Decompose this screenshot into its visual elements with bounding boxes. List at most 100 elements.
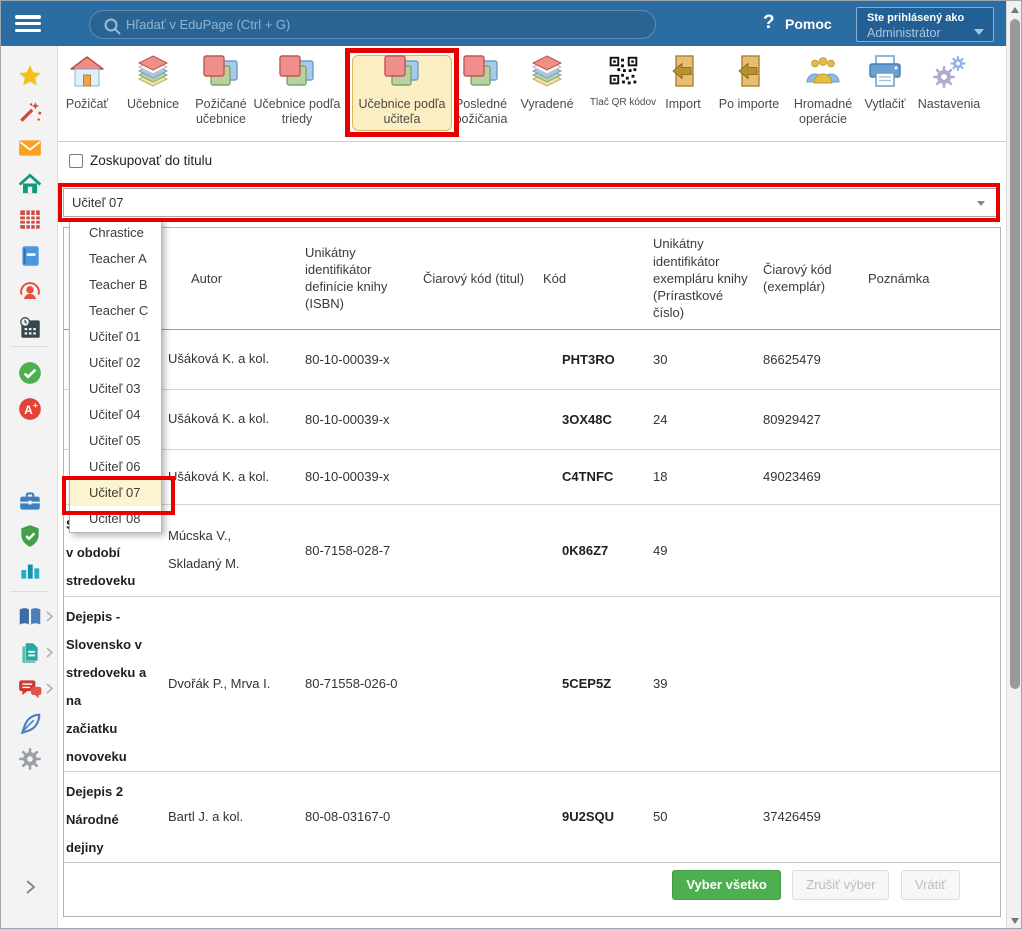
svg-text:+: + [32, 400, 37, 410]
scroll-down-button[interactable] [1007, 913, 1022, 929]
shield-check-icon [17, 523, 43, 549]
toolbar-button-posledne-pozicania[interactable]: Posledné požičania [445, 53, 517, 127]
question-mark-icon: ? [763, 12, 775, 34]
check-circle-icon [17, 360, 43, 386]
books-table-container: Autor Unikátny identifikátor definície k… [63, 227, 1001, 917]
teacher-select-value: Učiteľ 07 [72, 195, 123, 210]
sidebar-item-communication[interactable] [1, 674, 58, 704]
sidebar-item-calendar[interactable] [1, 313, 58, 343]
help-label: Pomoc [785, 16, 832, 32]
scroll-up-button[interactable] [1007, 2, 1022, 18]
left-sidebar: A+ [1, 46, 58, 929]
sidebar-item-statistics[interactable] [1, 555, 58, 585]
scrollbar-thumb[interactable] [1010, 19, 1020, 689]
sidebar-item-profile[interactable] [1, 277, 58, 307]
dropdown-option[interactable]: Učiteľ 05 [70, 428, 161, 454]
people-group-icon [783, 53, 863, 95]
edupage-window: Hľadať v EduPage (Ctrl + G) ? Pomoc Ste … [0, 0, 1022, 929]
sidebar-item-documents[interactable] [1, 638, 58, 668]
dropdown-option[interactable]: Učiteľ 01 [70, 324, 161, 350]
search-icon [102, 16, 124, 38]
chevron-right-icon [21, 878, 39, 896]
toolbar-button-po-importe[interactable]: Po importe [709, 53, 789, 112]
dropdown-option[interactable]: Učiteľ 02 [70, 350, 161, 376]
toolbar-button-pozicat[interactable]: Požičať [57, 53, 117, 112]
table-row[interactable]: Dejepis - Slovensko v stredoveku a na za… [64, 596, 1000, 771]
chevron-down-icon [977, 201, 985, 206]
sidebar-item-messages[interactable] [1, 133, 58, 163]
toolbar-button-nastavenia[interactable]: Nastavenia [912, 53, 986, 112]
vertical-scrollbar[interactable] [1006, 1, 1022, 929]
dropdown-option[interactable]: Teacher A [70, 246, 161, 272]
teacher-select[interactable]: Učiteľ 07 [63, 188, 998, 217]
dropdown-option[interactable]: Teacher B [70, 272, 161, 298]
chevron-right-icon [46, 647, 53, 658]
return-button[interactable]: Vrátiť [901, 870, 960, 900]
lend-house-icon [57, 53, 117, 95]
sidebar-expand-button[interactable] [1, 872, 58, 902]
user-menu[interactable]: Ste prihlásený ako Administrátor [856, 7, 994, 42]
sidebar-item-settings[interactable] [1, 744, 58, 774]
sidebar-divider [10, 346, 49, 347]
module-toolbar: Požičať Učebnice Požičané učebnice Učebn… [58, 46, 1006, 142]
mail-icon [17, 135, 43, 161]
sidebar-item-home[interactable] [1, 169, 58, 199]
calendar-clock-icon [17, 315, 43, 341]
toolbar-button-hromadne-operacie[interactable]: Hromadné operácie [783, 53, 863, 127]
grade-a-plus-icon: A+ [17, 396, 43, 422]
search-input[interactable]: Hľadať v EduPage (Ctrl + G) [89, 10, 656, 39]
sidebar-item-library[interactable] [1, 602, 58, 632]
group-by-title-label: Zoskupovať do titulu [90, 153, 212, 168]
import-arrow-icon [655, 53, 711, 95]
hamburger-menu-icon[interactable] [15, 12, 45, 36]
toolbar-button-ucebnice[interactable]: Učebnice [118, 53, 188, 112]
chevron-right-icon [46, 611, 53, 622]
clear-selection-button[interactable]: Zrušiť výber [792, 870, 889, 900]
book-stack-icon [514, 53, 580, 95]
notebook-icon [17, 243, 43, 269]
sidebar-item-classbook[interactable] [1, 241, 58, 271]
magic-wand-icon [17, 99, 43, 125]
toolbar-button-import[interactable]: Import [655, 53, 711, 112]
sidebar-item-security[interactable] [1, 521, 58, 551]
toolbar-button-ucebnice-podla-ucitela[interactable]: Učebnice podľa učiteľa [353, 53, 451, 127]
table-row[interactable]: Dejepis 2 Národné dejiny Bartl J. a kol.… [64, 771, 1000, 862]
sidebar-item-favorites[interactable] [1, 61, 58, 91]
col-header-ciarovy-kod-exemplar: Čiarový kód (exemplár) [760, 228, 865, 329]
overlapping-squares-icon [353, 53, 451, 95]
dropdown-option-selected[interactable]: Učiteľ 07 [70, 480, 161, 506]
table-row[interactable]: Ušáková K. a kol. 80-10-00039-x PHT3RO 3… [64, 329, 1000, 389]
sidebar-item-writing[interactable] [1, 709, 58, 739]
toolbar-button-vytlacit[interactable]: Vytlačiť [855, 53, 915, 112]
col-header-autor: Autor [165, 228, 302, 329]
teacher-dropdown-menu: Chrastice Teacher A Teacher B Teacher C … [69, 219, 162, 533]
table-row[interactable]: Ušáková K. a kol. 80-10-00039-x 3OX48C 2… [64, 389, 1000, 449]
select-all-button[interactable]: Vyber všetko [672, 870, 780, 900]
sidebar-item-grades[interactable]: A+ [1, 394, 58, 424]
dropdown-option[interactable]: Učiteľ 04 [70, 402, 161, 428]
dropdown-option[interactable]: Učiteľ 03 [70, 376, 161, 402]
table-row[interactable]: Slovensko a v období stredoveku Múcska V… [64, 504, 1000, 596]
table-row[interactable]: Ušáková K. a kol. 80-10-00039-x C4TNFC 1… [64, 449, 1000, 504]
sidebar-item-briefcase[interactable] [1, 486, 58, 516]
sidebar-item-wizard[interactable] [1, 97, 58, 127]
user-icon [17, 279, 43, 305]
toolbar-button-vyradene[interactable]: Vyradené [514, 53, 580, 112]
logged-in-label: Ste prihlásený ako [867, 12, 964, 24]
group-by-title-checkbox[interactable] [69, 154, 83, 168]
col-header-poznamka: Poznámka [865, 228, 1000, 329]
toolbar-button-ucebnice-podla-triedy[interactable]: Učebnice podľa triedy [247, 53, 347, 127]
qr-code-icon [580, 53, 666, 95]
briefcase-icon [17, 488, 43, 514]
books-table: Autor Unikátny identifikátor definície k… [64, 228, 1000, 863]
toolbar-button-tlac-qr-kodov[interactable]: Tlač QR kódov [580, 53, 666, 109]
dropdown-option[interactable]: Učiteľ 06 [70, 454, 161, 480]
dropdown-option[interactable]: Teacher C [70, 298, 161, 324]
col-header-unikatny-id-exemplaru: Unikátny identifikátor exempláru knihy (… [650, 228, 760, 329]
book-stack-icon [118, 53, 188, 95]
dropdown-option[interactable]: Učiteľ 08 [70, 506, 161, 532]
sidebar-item-attendance[interactable] [1, 358, 58, 388]
dropdown-option[interactable]: Chrastice [70, 220, 161, 246]
quill-pen-icon [17, 711, 43, 737]
sidebar-item-timetable[interactable] [1, 204, 58, 234]
